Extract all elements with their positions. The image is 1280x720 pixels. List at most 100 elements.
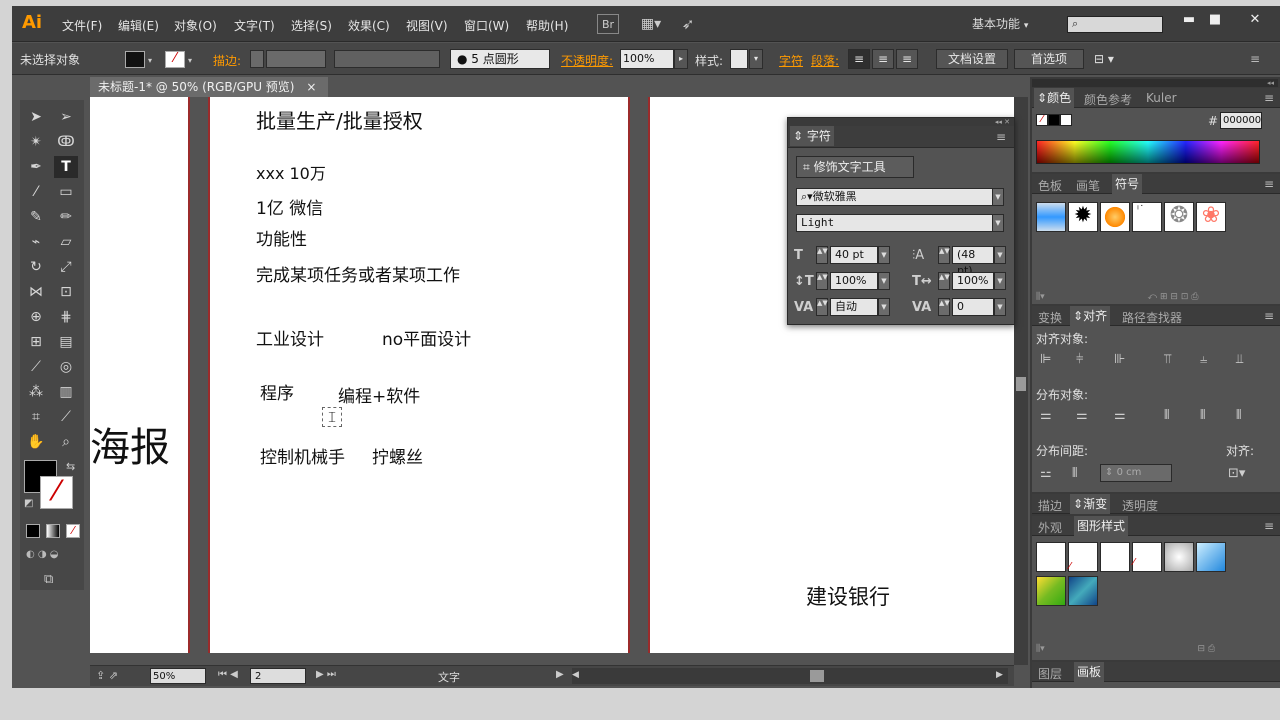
distribute-h-space-icon[interactable]: ⫴	[1072, 466, 1077, 481]
font-style-select[interactable]: Light	[796, 214, 1002, 232]
align-right-icon[interactable]: ≡	[896, 49, 918, 69]
style-dropdown-icon[interactable]: ▾	[749, 49, 763, 69]
color-black-swatch[interactable]	[1048, 114, 1060, 126]
zoom-tool-icon[interactable]: ⌕	[54, 431, 78, 453]
symbols-footer-icons[interactable]: ⫼▾ ⤺ ⊞ ⊟ ⊡ ⎙	[1036, 292, 1280, 304]
first-artboard-icon[interactable]: ⏮ ◀	[218, 669, 238, 680]
hand-tool-icon[interactable]: ✋	[24, 431, 48, 453]
vertical-scroll-thumb[interactable]	[1016, 377, 1026, 391]
text-line-2[interactable]: xxx 10万	[256, 160, 326, 184]
style-duplicate[interactable]: ⁄	[1132, 542, 1162, 572]
hex-input[interactable]: 000000	[1220, 112, 1262, 129]
menu-file[interactable]: 文件(F)	[62, 17, 102, 34]
artboard-select[interactable]: 2	[250, 668, 306, 684]
distribute-bottom-icon[interactable]: ⚌	[1114, 408, 1126, 423]
eyedropper-tool-icon[interactable]: ⟋	[24, 356, 48, 378]
stroke-weight-field[interactable]	[266, 50, 326, 68]
style-soft-gray[interactable]	[1164, 542, 1194, 572]
preferences-button[interactable]: 首选项	[1014, 49, 1084, 69]
tracking-field[interactable]: 0	[952, 298, 994, 316]
h-scale-dropdown-icon[interactable]: ▼	[994, 272, 1006, 290]
default-colors-icon[interactable]: ◩	[24, 498, 33, 509]
symbol-ring[interactable]: ❂	[1164, 202, 1194, 232]
distribute-left-icon[interactable]: ⫴	[1164, 408, 1169, 423]
menu-help[interactable]: 帮助(H)	[526, 17, 568, 34]
maximize-button[interactable]: ■	[1204, 10, 1226, 30]
dock-collapse-bar[interactable]: ◂◂	[1032, 79, 1278, 87]
distribute-right-icon[interactable]: ⫴	[1236, 408, 1241, 423]
menu-object[interactable]: 对象(O)	[174, 17, 217, 34]
scale-tool-icon[interactable]: ⤢	[54, 256, 78, 278]
stroke-dropdown-icon[interactable]: ▾	[188, 56, 192, 65]
color-white-swatch[interactable]	[1060, 114, 1072, 126]
text-line-3[interactable]: 1亿 微信	[256, 194, 323, 219]
distribute-top-icon[interactable]: ⚌	[1040, 408, 1052, 423]
leading-stepper[interactable]: ▲▼	[938, 246, 950, 264]
v-scale-dropdown-icon[interactable]: ▼	[878, 272, 890, 290]
rotate-tool-icon[interactable]: ↻	[24, 256, 48, 278]
char-panel-link[interactable]: 字符	[779, 52, 803, 69]
align-left-icon[interactable]: ≡	[848, 49, 870, 69]
next-artboard-icon[interactable]: ▶ ⏭	[316, 669, 336, 680]
symbol-blue-bar[interactable]	[1036, 202, 1066, 232]
h-scale-field[interactable]: 100%	[952, 272, 994, 290]
text-line-11[interactable]: 拧螺丝	[372, 443, 423, 468]
tab-pathfinder[interactable]: 路径查找器	[1122, 309, 1182, 326]
tracking-dropdown-icon[interactable]: ▼	[994, 298, 1006, 316]
status-menu-arrow[interactable]: ▶	[556, 669, 564, 680]
tab-color[interactable]: ⇕颜色	[1034, 88, 1075, 108]
h-scale-stepper[interactable]: ▲▼	[938, 272, 950, 290]
fill-color-swatch[interactable]	[125, 51, 145, 68]
align-bottom-edges-icon[interactable]: ⫫	[1236, 352, 1243, 367]
draw-modes-icon[interactable]: ◐ ◑ ◒	[26, 549, 82, 563]
screen-mode-icon[interactable]: ⧉	[44, 572, 53, 587]
slice-tool-icon[interactable]: ⟋	[54, 406, 78, 428]
font-size-stepper[interactable]: ▲▼	[816, 246, 828, 264]
gradient-tool-icon[interactable]: ▤	[54, 331, 78, 353]
symbol-sprayer-tool-icon[interactable]: ⁂	[24, 381, 48, 403]
none-mode-icon[interactable]: ⁄	[66, 524, 80, 538]
brush-definition-select[interactable]: ● 5 点圆形	[450, 49, 550, 69]
document-tab[interactable]: 未标题-1* @ 50% (RGB/GPU 预览) ×	[90, 77, 328, 97]
pencil-tool-icon[interactable]: ✏	[54, 206, 78, 228]
leading-dropdown-icon[interactable]: ▼	[994, 246, 1006, 264]
fill-dropdown-icon[interactable]: ▾	[148, 56, 152, 65]
text-line-5[interactable]: 完成某项任务或者某项工作	[256, 261, 460, 286]
close-tab-icon[interactable]: ×	[306, 80, 316, 94]
tab-transform[interactable]: 变换	[1038, 309, 1062, 326]
v-scale-stepper[interactable]: ▲▼	[816, 272, 828, 290]
tab-align[interactable]: ⇕对齐	[1070, 306, 1111, 326]
align-v-center-icon[interactable]: ⫨	[1200, 352, 1207, 367]
font-size-dropdown-icon[interactable]: ▼	[878, 246, 890, 264]
spacing-input[interactable]: ⇕ 0 cm	[1100, 464, 1172, 482]
char-tab[interactable]: ⇕ 字符	[790, 126, 834, 146]
tab-transparency[interactable]: 透明度	[1122, 497, 1158, 514]
styles-panel-menu-icon[interactable]: ≡	[1264, 519, 1274, 533]
color-panel-menu-icon[interactable]: ≡	[1264, 91, 1274, 105]
style-blue[interactable]	[1196, 542, 1226, 572]
styles-footer-icons[interactable]: ⫼▾ ⊟ ⎙	[1036, 644, 1280, 656]
align-h-center-icon[interactable]: ⫩	[1076, 352, 1083, 367]
stroke-box[interactable]: ⁄	[40, 476, 73, 509]
scroll-left-icon[interactable]: ◀	[572, 670, 579, 680]
stroke-label[interactable]: 描边:	[213, 52, 241, 69]
rectangle-tool-icon[interactable]: ▭	[54, 181, 78, 203]
tab-appearance[interactable]: 外观	[1038, 519, 1062, 536]
touch-type-tool-button[interactable]: ⌗ 修饰文字工具	[796, 156, 914, 178]
text-bank[interactable]: 建设银行	[806, 581, 890, 611]
share-icon[interactable]: ⇪ ⇗	[96, 669, 118, 682]
blend-tool-icon[interactable]: ◎	[54, 356, 78, 378]
tracking-stepper[interactable]: ▲▼	[938, 298, 950, 316]
control-menu-icon[interactable]: ≡	[1250, 52, 1260, 66]
text-line-4[interactable]: 功能性	[256, 225, 307, 250]
font-family-dropdown-icon[interactable]: ▼	[992, 188, 1004, 206]
tab-gradient[interactable]: ⇕渐变	[1070, 494, 1111, 514]
opacity-field[interactable]: 100%	[620, 49, 674, 69]
opacity-label[interactable]: 不透明度:	[561, 52, 613, 69]
kerning-field[interactable]: 自动	[830, 298, 878, 316]
char-panel-menu-icon[interactable]: ≡	[996, 130, 1006, 144]
tab-stroke[interactable]: 描边	[1038, 497, 1062, 514]
horizontal-scroll-thumb[interactable]	[810, 670, 824, 682]
kerning-dropdown-icon[interactable]: ▼	[878, 298, 890, 316]
text-line-10[interactable]: 控制机械手	[260, 443, 345, 468]
